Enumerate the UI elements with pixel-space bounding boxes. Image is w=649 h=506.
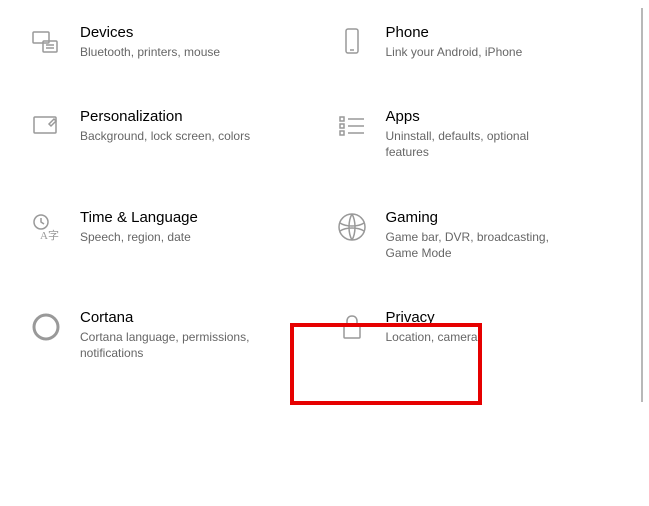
tile-text: Apps Uninstall, defaults, optional featu… [386, 108, 576, 160]
tile-title: Personalization [80, 108, 250, 125]
tile-cortana[interactable]: Cortana Cortana language, permissions, n… [28, 309, 334, 361]
tile-title: Privacy [386, 309, 478, 326]
tile-title: Gaming [386, 209, 576, 226]
tile-text: Personalization Background, lock screen,… [80, 108, 250, 144]
tile-phone[interactable]: Phone Link your Android, iPhone [334, 24, 640, 60]
tile-gaming[interactable]: Gaming Game bar, DVR, broadcasting, Game… [334, 209, 640, 261]
svg-text:A字: A字 [40, 228, 59, 242]
tile-text: Gaming Game bar, DVR, broadcasting, Game… [386, 209, 576, 261]
tile-text: Phone Link your Android, iPhone [386, 24, 523, 60]
scrollbar[interactable] [641, 8, 643, 402]
tile-privacy[interactable]: Privacy Location, camera [334, 309, 640, 361]
tile-text: Cortana Cortana language, permissions, n… [80, 309, 270, 361]
gaming-icon [334, 209, 370, 245]
tile-title: Time & Language [80, 209, 198, 226]
tile-title: Phone [386, 24, 523, 41]
tile-text: Privacy Location, camera [386, 309, 478, 345]
tile-desc: Link your Android, iPhone [386, 44, 523, 60]
tile-personalization[interactable]: Personalization Background, lock screen,… [28, 108, 334, 160]
tile-text: Time & Language Speech, region, date [80, 209, 198, 245]
tile-devices[interactable]: Devices Bluetooth, printers, mouse [28, 24, 334, 60]
tile-desc: Bluetooth, printers, mouse [80, 44, 220, 60]
personalization-icon [28, 108, 64, 144]
tile-desc: Uninstall, defaults, optional features [386, 128, 576, 160]
tile-desc: Speech, region, date [80, 229, 198, 245]
tile-title: Apps [386, 108, 576, 125]
tile-apps[interactable]: Apps Uninstall, defaults, optional featu… [334, 108, 640, 160]
devices-icon [28, 24, 64, 60]
tile-time-language[interactable]: A字 Time & Language Speech, region, date [28, 209, 334, 261]
time-language-icon: A字 [28, 209, 64, 245]
apps-icon [334, 108, 370, 144]
tile-desc: Game bar, DVR, broadcasting, Game Mode [386, 229, 576, 261]
lock-icon [334, 309, 370, 345]
tile-text: Devices Bluetooth, printers, mouse [80, 24, 220, 60]
tile-title: Cortana [80, 309, 270, 326]
tile-desc: Cortana language, permissions, notificat… [80, 329, 270, 361]
settings-grid: Devices Bluetooth, printers, mouse Phone… [0, 0, 649, 385]
tile-desc: Location, camera [386, 329, 478, 345]
tile-desc: Background, lock screen, colors [80, 128, 250, 144]
phone-icon [334, 24, 370, 60]
cortana-icon [28, 309, 64, 345]
tile-title: Devices [80, 24, 220, 41]
